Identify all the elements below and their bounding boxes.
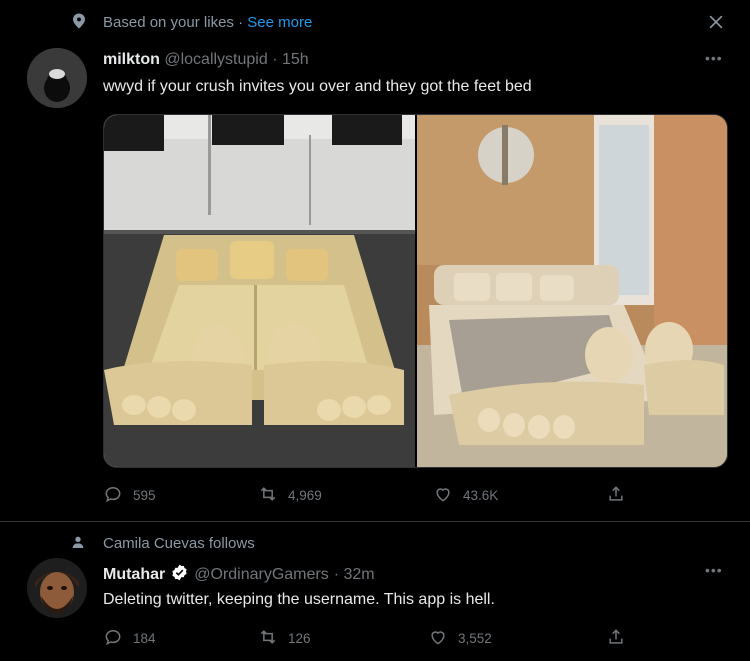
retweet-count: 4,969 (288, 488, 322, 503)
tweet2-header: Mutahar @OrdinaryGamers · 32m (103, 563, 375, 587)
tweet-divider (0, 521, 750, 522)
reply-button[interactable]: 184 (103, 627, 156, 650)
like-icon (433, 484, 453, 507)
tweet-media[interactable] (103, 114, 728, 468)
social-context[interactable]: Camila Cuevas follows (103, 535, 255, 552)
context-text: Based on your likes (103, 14, 234, 31)
retweet-icon (258, 484, 278, 507)
reply-button[interactable]: 595 (103, 484, 156, 507)
more-icon[interactable]: ••• (705, 562, 723, 578)
like-icon (428, 627, 448, 650)
timestamp[interactable]: · 32m (334, 566, 375, 584)
verified-icon (170, 563, 189, 587)
like-count: 3,552 (458, 631, 492, 646)
media-image-left (104, 115, 416, 467)
location-pin-icon (70, 12, 90, 32)
retweet-icon (258, 627, 278, 650)
retweet-button[interactable]: 4,969 (258, 484, 322, 507)
display-name[interactable]: Mutahar (103, 566, 165, 584)
like-count: 43.6K (463, 488, 499, 503)
tweet-text: Deleting twitter, keeping the username. … (103, 591, 495, 608)
media-image-right (417, 115, 727, 467)
reply-icon (103, 484, 123, 507)
timestamp[interactable]: · 15h (272, 51, 308, 68)
retweet-button[interactable]: 126 (258, 627, 311, 650)
like-button[interactable]: 43.6K (433, 484, 498, 507)
see-more-link[interactable]: See more (247, 14, 312, 31)
reply-count: 595 (133, 488, 156, 503)
tweet-text: wwyd if your crush invites you over and … (103, 78, 532, 95)
retweet-count: 126 (288, 631, 311, 646)
person-icon (70, 534, 86, 555)
share-icon (606, 484, 626, 507)
user-handle[interactable]: @locallystupid (164, 51, 267, 68)
context-label: Based on your likes · See more (103, 14, 313, 31)
more-icon[interactable]: ••• (705, 50, 723, 66)
share-button[interactable] (606, 627, 626, 650)
user-handle[interactable]: @OrdinaryGamers (194, 566, 329, 584)
share-icon (606, 627, 626, 650)
tweet1-header: milkton @locallystupid · 15h (103, 51, 309, 69)
avatar[interactable] (27, 48, 87, 108)
share-button[interactable] (606, 484, 626, 507)
reply-icon (103, 627, 123, 650)
avatar[interactable] (27, 558, 87, 618)
reply-count: 184 (133, 631, 156, 646)
like-button[interactable]: 3,552 (428, 627, 492, 650)
close-icon[interactable] (706, 12, 726, 37)
display-name[interactable]: milkton (103, 51, 160, 68)
